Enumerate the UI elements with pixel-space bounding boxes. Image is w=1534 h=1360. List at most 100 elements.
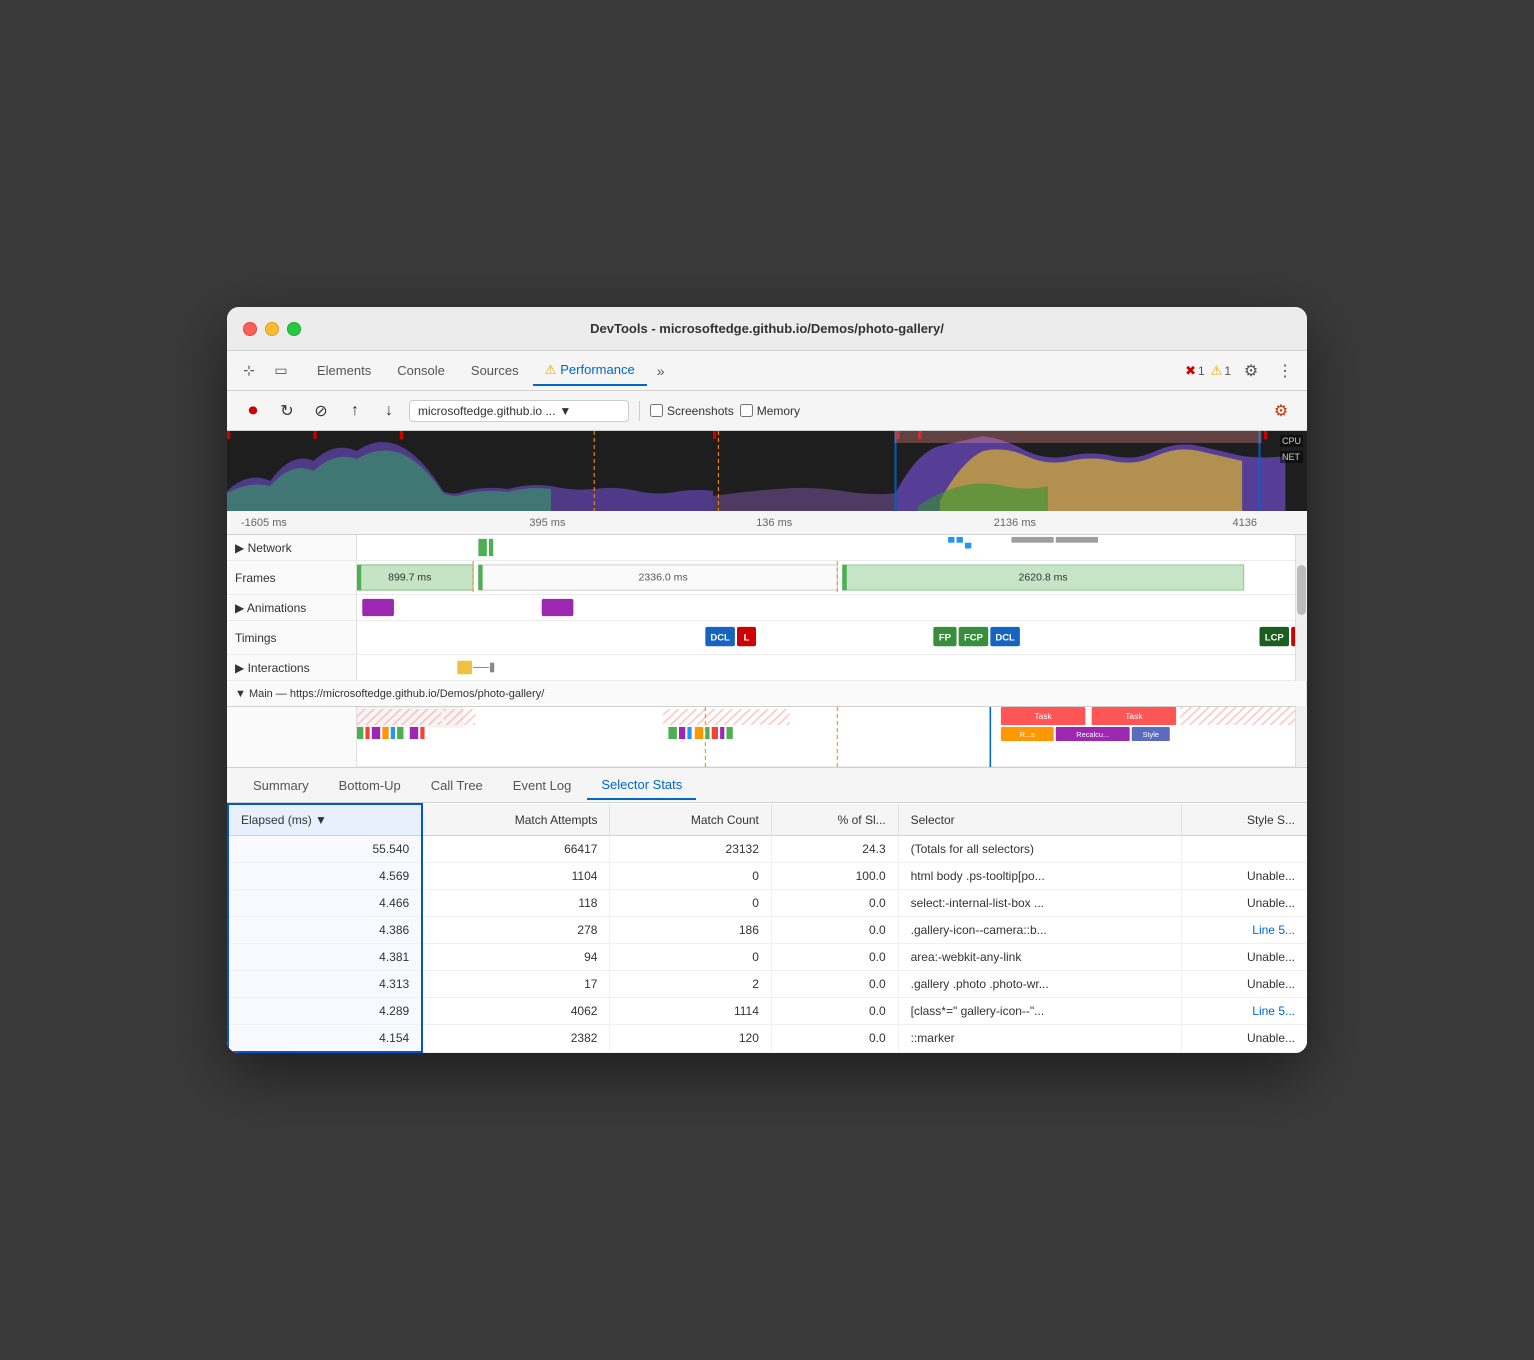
perf-container: CPU NET -1605 ms 395 ms 136 ms 2136 ms 4… <box>227 431 1307 1053</box>
warn-count: 1 <box>1224 364 1231 378</box>
tab-bottom-up[interactable]: Bottom-Up <box>325 772 415 799</box>
more-options-button[interactable]: ⋮ <box>1271 357 1299 385</box>
tab-performance-label: Performance <box>560 362 634 377</box>
device-icon[interactable]: ▭ <box>267 357 295 385</box>
cell-elapsed: 4.466 <box>228 890 422 917</box>
cell-selector: [class*=" gallery-icon--"... <box>898 998 1181 1025</box>
tab-event-log[interactable]: Event Log <box>499 772 586 799</box>
minimize-button[interactable] <box>265 322 279 336</box>
cell-pct-slow: 0.0 <box>771 944 898 971</box>
cpu-label: CPU <box>1280 435 1303 447</box>
col-match-count-header[interactable]: Match Count <box>610 804 771 836</box>
tab-selector-stats[interactable]: Selector Stats <box>587 771 696 800</box>
devtools-window: DevTools - microsoftedge.github.io/Demos… <box>227 307 1307 1053</box>
ruler-mark-3: 136 ms <box>756 517 792 529</box>
svg-text:Recalcu...: Recalcu... <box>1076 730 1109 739</box>
col-elapsed-header[interactable]: Elapsed (ms) ▼ <box>228 804 422 836</box>
interactions-track: ▶ Interactions <box>227 655 1307 681</box>
scrollbar-thumb[interactable] <box>1297 565 1306 615</box>
right-scrollbar[interactable] <box>1295 535 1307 767</box>
error-count: 1 <box>1198 364 1205 378</box>
timings-label-text: Timings <box>235 631 277 645</box>
tab-elements[interactable]: Elements <box>305 357 383 384</box>
refresh-button[interactable]: ↻ <box>273 397 301 425</box>
svg-text:FP: FP <box>939 633 951 643</box>
cell-selector: .gallery-icon--camera::b... <box>898 917 1181 944</box>
cell-selector: (Totals for all selectors) <box>898 836 1181 863</box>
screenshots-checkbox-label[interactable]: Screenshots <box>650 404 734 418</box>
main-track-header: ▼ Main — https://microsoftedge.github.io… <box>227 681 1307 707</box>
traffic-lights <box>243 322 301 336</box>
settings-button[interactable]: ⚙ <box>1237 357 1265 385</box>
cell-style-sheet[interactable]: Line 5... <box>1181 917 1307 944</box>
cell-match-count: 0 <box>610 890 771 917</box>
cell-elapsed: 4.386 <box>228 917 422 944</box>
interactions-label-text: ▶ Interactions <box>235 661 310 675</box>
tab-call-tree[interactable]: Call Tree <box>417 772 497 799</box>
tab-bar-icons: ⊹ ▭ <box>235 357 295 385</box>
screenshots-checkbox[interactable] <box>650 404 663 417</box>
cell-pct-slow: 0.0 <box>771 971 898 998</box>
main-track-text: ▼ Main — https://microsoftedge.github.io… <box>235 688 544 700</box>
close-button[interactable] <box>243 322 257 336</box>
tab-summary[interactable]: Summary <box>239 772 323 799</box>
table-row: 4.381 94 0 0.0 area:-webkit-any-link Una… <box>228 944 1307 971</box>
sort-arrow: ▼ <box>315 813 327 827</box>
cell-elapsed: 4.313 <box>228 971 422 998</box>
tab-performance[interactable]: ⚠ Performance <box>533 356 647 386</box>
timeline-overview[interactable]: CPU NET <box>227 431 1307 511</box>
record-button[interactable]: ⏺ <box>239 397 267 425</box>
cell-selector: html body .ps-tooltip[po... <box>898 863 1181 890</box>
bottom-tabs: Summary Bottom-Up Call Tree Event Log Se… <box>227 767 1307 803</box>
tab-more[interactable]: » <box>649 359 673 383</box>
warn-badge: ⚠ 1 <box>1211 363 1231 379</box>
cell-match-count: 2 <box>610 971 771 998</box>
memory-checkbox-label[interactable]: Memory <box>740 404 800 418</box>
tab-sources[interactable]: Sources <box>459 357 531 384</box>
table-row: 4.313 17 2 0.0 .gallery .photo .photo-wr… <box>228 971 1307 998</box>
cell-elapsed: 55.540 <box>228 836 422 863</box>
network-track-label[interactable]: ▶ Network <box>227 535 357 560</box>
cell-match-attempts: 1104 <box>422 863 610 890</box>
cell-selector: .gallery .photo .photo-wr... <box>898 971 1181 998</box>
memory-checkbox[interactable] <box>740 404 753 417</box>
col-pct-slow-header[interactable]: % of Sl... <box>771 804 898 836</box>
col-style-sheet-header[interactable]: Style S... <box>1181 804 1307 836</box>
frames-track-label[interactable]: Frames <box>227 561 357 594</box>
toolbar-separator <box>639 401 640 421</box>
upload-button[interactable]: ↑ <box>341 397 369 425</box>
main-track-label[interactable]: ▼ Main — https://microsoftedge.github.io… <box>227 681 1307 706</box>
cell-style-sheet: Unable... <box>1181 890 1307 917</box>
tab-console[interactable]: Console <box>385 357 457 384</box>
animations-track-label[interactable]: ▶ Animations <box>227 595 357 620</box>
tracks-area: ▶ Network <box>227 535 1307 767</box>
timings-track-label[interactable]: Timings <box>227 621 357 654</box>
maximize-button[interactable] <box>287 322 301 336</box>
svg-text:L: L <box>744 633 750 643</box>
svg-text:Task: Task <box>1125 712 1143 721</box>
url-dropdown-icon: ▼ <box>559 404 571 418</box>
svg-text:LCP: LCP <box>1265 633 1284 643</box>
cell-match-attempts: 17 <box>422 971 610 998</box>
svg-text:FCP: FCP <box>964 633 983 643</box>
table-row: 55.540 66417 23132 24.3 (Totals for all … <box>228 836 1307 863</box>
cell-elapsed: 4.154 <box>228 1025 422 1053</box>
url-display[interactable]: microsoftedge.github.io ... ▼ <box>409 400 629 422</box>
stop-button[interactable]: ⊘ <box>307 397 335 425</box>
cell-style-sheet[interactable]: Line 5... <box>1181 998 1307 1025</box>
svg-text:Task: Task <box>1034 712 1052 721</box>
col-selector-header[interactable]: Selector <box>898 804 1181 836</box>
cell-pct-slow: 100.0 <box>771 863 898 890</box>
perf-settings-button[interactable]: ⚙ <box>1267 397 1295 425</box>
interactions-track-label[interactable]: ▶ Interactions <box>227 655 357 680</box>
cell-pct-slow: 0.0 <box>771 1025 898 1053</box>
cell-elapsed: 4.381 <box>228 944 422 971</box>
cell-match-attempts: 94 <box>422 944 610 971</box>
perf-toolbar: ⏺ ↻ ⊘ ↑ ↓ microsoftedge.github.io ... ▼ … <box>227 391 1307 431</box>
main-tasks-content: Task Task R...s Recalcu... Style <box>357 707 1307 767</box>
inspect-icon[interactable]: ⊹ <box>235 357 263 385</box>
col-match-attempts-header[interactable]: Match Attempts <box>422 804 610 836</box>
download-button[interactable]: ↓ <box>375 397 403 425</box>
cell-pct-slow: 0.0 <box>771 917 898 944</box>
timeline-svg <box>227 431 1307 511</box>
